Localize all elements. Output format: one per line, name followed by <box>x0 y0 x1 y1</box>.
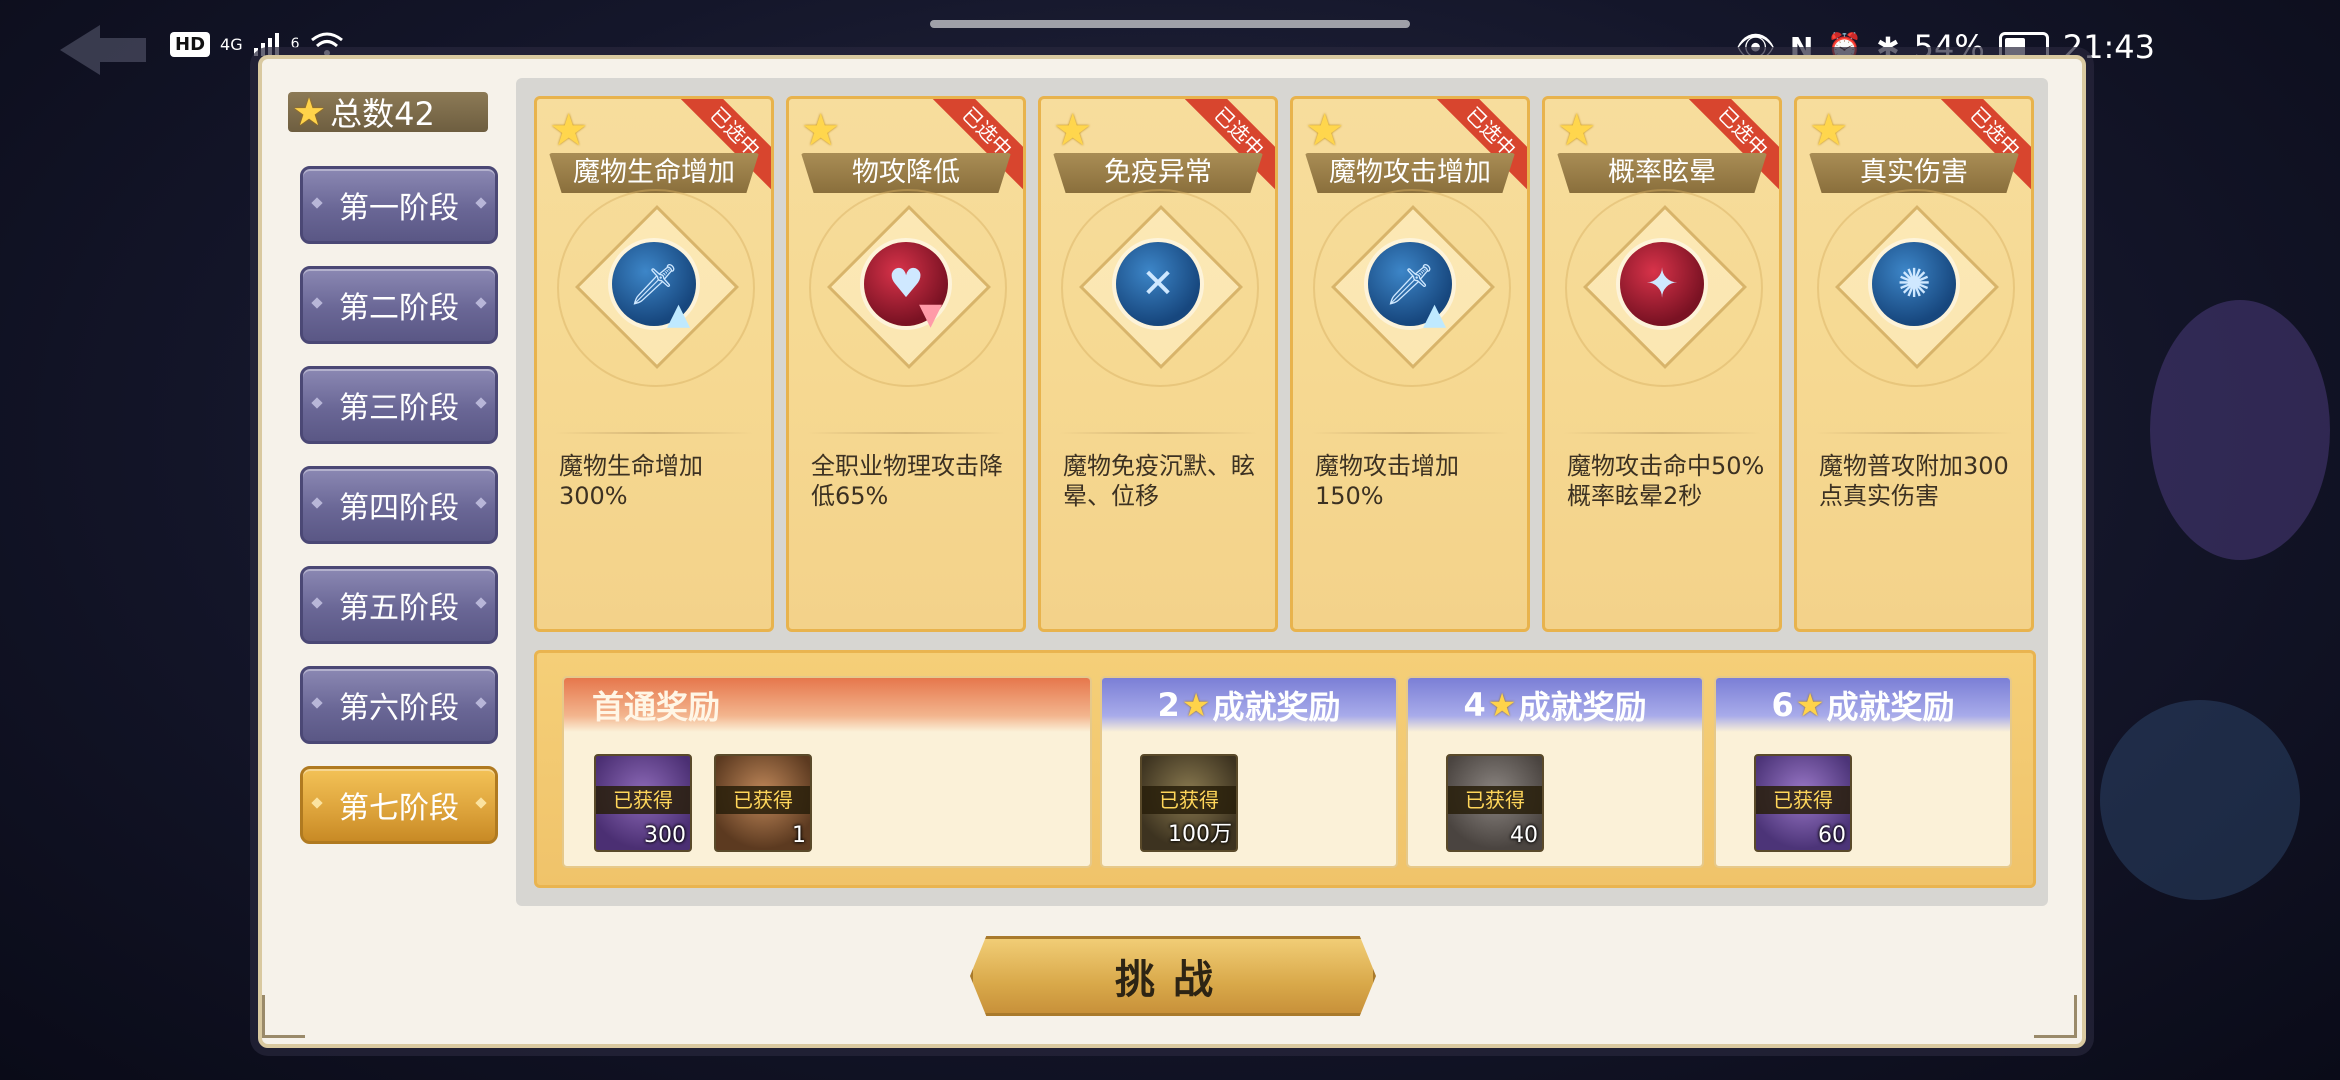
card-title: 物攻降低 <box>801 153 1011 193</box>
card-description: 魔物普攻附加300点真实伤害 <box>1819 452 2009 510</box>
item-quantity: 60 <box>1818 823 1846 848</box>
stage-label: 第七阶段 <box>339 791 459 826</box>
purple-gem-icon[interactable]: 已获得 300 <box>594 754 692 852</box>
item-quantity: 100万 <box>1168 822 1232 847</box>
modifier-card[interactable]: ★ 已选中 物攻降低 ♥ ▼ 全职业物理攻击降低65% <box>786 96 1026 632</box>
stage-label: 第五阶段 <box>339 591 459 626</box>
star-icon: ★ <box>1053 105 1093 156</box>
divider <box>1563 432 1761 434</box>
item-quantity: 1 <box>792 823 806 848</box>
stage-button-3[interactable]: 第三阶段 <box>300 366 498 444</box>
gold-coin-icon[interactable]: 已获得 100万 <box>1140 754 1238 852</box>
star-icon: ★ <box>292 90 327 134</box>
hd-icon: HD <box>170 31 211 57</box>
stage-button-6[interactable]: 第六阶段 <box>300 666 498 744</box>
stage-label: 第四阶段 <box>339 491 459 526</box>
modifier-card[interactable]: ★ 已选中 免疫异常 ✕ 魔物免疫沉默、眩晕、位移 <box>1038 96 1278 632</box>
obtained-label: 已获得 <box>1448 786 1542 814</box>
background-glow <box>2100 700 2300 900</box>
ore-icon[interactable]: 已获得 40 <box>1446 754 1544 852</box>
reward-title-text: 成就奖励 <box>1826 688 1955 726</box>
signal-icon <box>253 33 279 56</box>
card-description: 魔物生命增加300% <box>559 452 703 510</box>
item-quantity: 40 <box>1510 823 1538 848</box>
modifier-card[interactable]: ★ 已选中 真实伤害 ✺ 魔物普攻附加300点真实伤害 <box>1794 96 2034 632</box>
obtained-label: 已获得 <box>1142 786 1236 814</box>
star-icon: ★ <box>1487 686 1517 724</box>
stage-label: 第一阶段 <box>339 191 459 226</box>
stage-button-5[interactable]: 第五阶段 <box>300 566 498 644</box>
modifier-card[interactable]: ★ 已选中 魔物攻击增加 🗡 ▲ 魔物攻击增加150% <box>1290 96 1530 632</box>
card-title: 魔物生命增加 <box>549 153 759 193</box>
stage-label: 第二阶段 <box>339 291 459 326</box>
total-stars: ★ 总数42 <box>288 90 488 134</box>
obtained-label: 已获得 <box>1756 786 1850 814</box>
network-label: 4G <box>220 34 243 54</box>
divider <box>555 432 753 434</box>
stun-stars-icon: ✦ <box>1620 242 1704 326</box>
divider <box>1059 432 1257 434</box>
arrow-down-icon: ▼ <box>919 297 943 332</box>
obtained-label: 已获得 <box>716 786 810 814</box>
card-description: 魔物免疫沉默、眩晕、位移 <box>1063 452 1255 510</box>
card-title: 真实伤害 <box>1809 153 2019 193</box>
star-icon: ★ <box>549 105 589 156</box>
stage-button-1[interactable]: 第一阶段 <box>300 166 498 244</box>
stage-label: 第三阶段 <box>339 391 459 426</box>
corner-ornament <box>262 995 305 1038</box>
reward-title: 2 ★ 成就奖励 <box>1102 678 1396 732</box>
stage-button-2[interactable]: 第二阶段 <box>300 266 498 344</box>
star-count: 4 <box>1463 686 1486 724</box>
reward-title-text: 成就奖励 <box>1212 688 1341 726</box>
card-description: 全职业物理攻击降低65% <box>811 452 1003 510</box>
card-title: 概率眩晕 <box>1557 153 1767 193</box>
reward-title: 首通奖励 <box>564 678 1090 732</box>
challenge-button[interactable]: 挑战 <box>970 936 1376 1016</box>
divider <box>807 432 1005 434</box>
stage-button-7[interactable]: 第七阶段 <box>300 766 498 844</box>
modifier-card[interactable]: ★ 已选中 魔物生命增加 🗡 ▲ 魔物生命增加300% <box>534 96 774 632</box>
stage-button-4[interactable]: 第四阶段 <box>300 466 498 544</box>
corner-ornament <box>2034 995 2077 1038</box>
star-icon: ★ <box>801 105 841 156</box>
modifier-card[interactable]: ★ 已选中 概率眩晕 ✦ 魔物攻击命中50%概率眩晕2秒 <box>1542 96 1782 632</box>
stage-label: 第六阶段 <box>339 691 459 726</box>
chest-icon[interactable]: 已获得 1 <box>714 754 812 852</box>
arrow-up-icon: ▲ <box>667 297 691 332</box>
reward-title: 6 ★ 成就奖励 <box>1716 678 2010 732</box>
true-damage-burst-icon: ✺ <box>1872 242 1956 326</box>
star-icon: ★ <box>1305 105 1345 156</box>
purple-crystal-icon[interactable]: 已获得 60 <box>1754 754 1852 852</box>
total-label: 总数42 <box>330 95 435 133</box>
card-description: 魔物攻击命中50%概率眩晕2秒 <box>1567 452 1765 510</box>
wifi-level: 6 <box>290 36 300 52</box>
star-count: 2 <box>1157 686 1180 724</box>
star-count: 6 <box>1771 686 1794 724</box>
reward-title: 4 ★ 成就奖励 <box>1408 678 1702 732</box>
card-description: 魔物攻击增加150% <box>1315 452 1459 510</box>
achievement-reward: 2 ★ 成就奖励 已获得 100万 <box>1100 676 1398 868</box>
wifi-icon <box>310 32 343 56</box>
card-title: 免疫异常 <box>1053 153 1263 193</box>
arrow-up-icon: ▲ <box>1423 297 1447 332</box>
back-arrow-icon[interactable] <box>60 20 150 80</box>
achievement-reward: 4 ★ 成就奖励 已获得 40 <box>1406 676 1704 868</box>
star-icon: ★ <box>1181 686 1211 724</box>
divider <box>1311 432 1509 434</box>
star-icon: ★ <box>1557 105 1597 156</box>
star-icon: ★ <box>1809 105 1849 156</box>
reward-title-text: 成就奖励 <box>1518 688 1647 726</box>
star-icon: ★ <box>1795 686 1825 724</box>
card-title: 魔物攻击增加 <box>1305 153 1515 193</box>
item-quantity: 300 <box>644 823 686 848</box>
divider <box>1815 432 2013 434</box>
dna-immune-icon: ✕ <box>1116 242 1200 326</box>
background-glow <box>2150 300 2330 560</box>
achievement-reward: 6 ★ 成就奖励 已获得 60 <box>1714 676 2012 868</box>
first-clear-reward: 首通奖励 已获得 300 已获得 1 <box>562 676 1092 868</box>
obtained-label: 已获得 <box>596 786 690 814</box>
home-indicator[interactable] <box>930 20 1410 28</box>
